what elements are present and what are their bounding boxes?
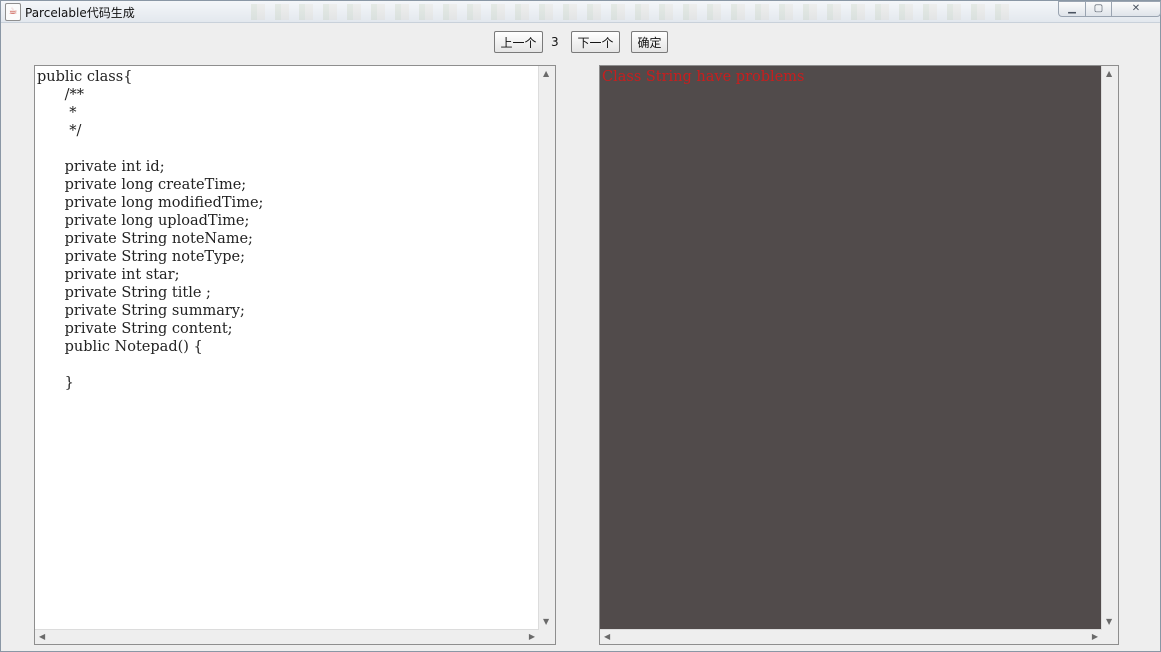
confirm-button[interactable]: 确定 — [631, 31, 668, 53]
output-panel[interactable]: Class String have problems ▲ ▼ ◀ ▶ — [599, 65, 1119, 645]
scrollbar-corner — [539, 630, 555, 644]
scroll-right-icon[interactable]: ▶ — [529, 633, 535, 641]
prev-button[interactable]: 上一个 — [494, 31, 543, 53]
page-number: 3 — [551, 35, 559, 49]
horizontal-scrollbar[interactable]: ◀ ▶ — [600, 629, 1102, 644]
maximize-icon: ▢ — [1093, 3, 1104, 14]
title-bar-background — [251, 4, 1011, 20]
title-bar[interactable]: ☕ Parcelable代码生成 ▁ ▢ ✕ — [1, 1, 1161, 23]
scrollbar-corner — [1102, 630, 1118, 644]
scroll-up-icon[interactable]: ▲ — [543, 70, 549, 78]
vertical-scrollbar[interactable]: ▲ ▼ — [538, 66, 555, 630]
source-code-text[interactable]: public class{ /** * */ private int id; p… — [37, 68, 263, 392]
scroll-down-icon[interactable]: ▼ — [543, 618, 549, 626]
maximize-button[interactable]: ▢ — [1085, 1, 1112, 17]
minimize-icon: ▁ — [1068, 3, 1076, 14]
java-cup-icon: ☕ — [5, 3, 21, 21]
output-message: Class String have problems — [602, 69, 805, 85]
minimize-button[interactable]: ▁ — [1058, 1, 1086, 17]
scroll-right-icon[interactable]: ▶ — [1092, 633, 1098, 641]
horizontal-scrollbar[interactable]: ◀ ▶ — [35, 629, 539, 644]
next-button[interactable]: 下一个 — [571, 31, 620, 53]
close-icon: ✕ — [1131, 3, 1141, 14]
close-button[interactable]: ✕ — [1111, 1, 1161, 17]
source-code-editor[interactable]: public class{ /** * */ private int id; p… — [34, 65, 556, 645]
scroll-left-icon[interactable]: ◀ — [39, 633, 45, 641]
window-title: Parcelable代码生成 — [25, 6, 135, 20]
scroll-left-icon[interactable]: ◀ — [604, 633, 610, 641]
scroll-down-icon[interactable]: ▼ — [1106, 618, 1112, 626]
scroll-up-icon[interactable]: ▲ — [1106, 70, 1112, 78]
vertical-scrollbar[interactable]: ▲ ▼ — [1101, 66, 1118, 630]
main-window: ☕ Parcelable代码生成 ▁ ▢ ✕ 上一个 3 下一个 确定 publ… — [0, 0, 1161, 652]
